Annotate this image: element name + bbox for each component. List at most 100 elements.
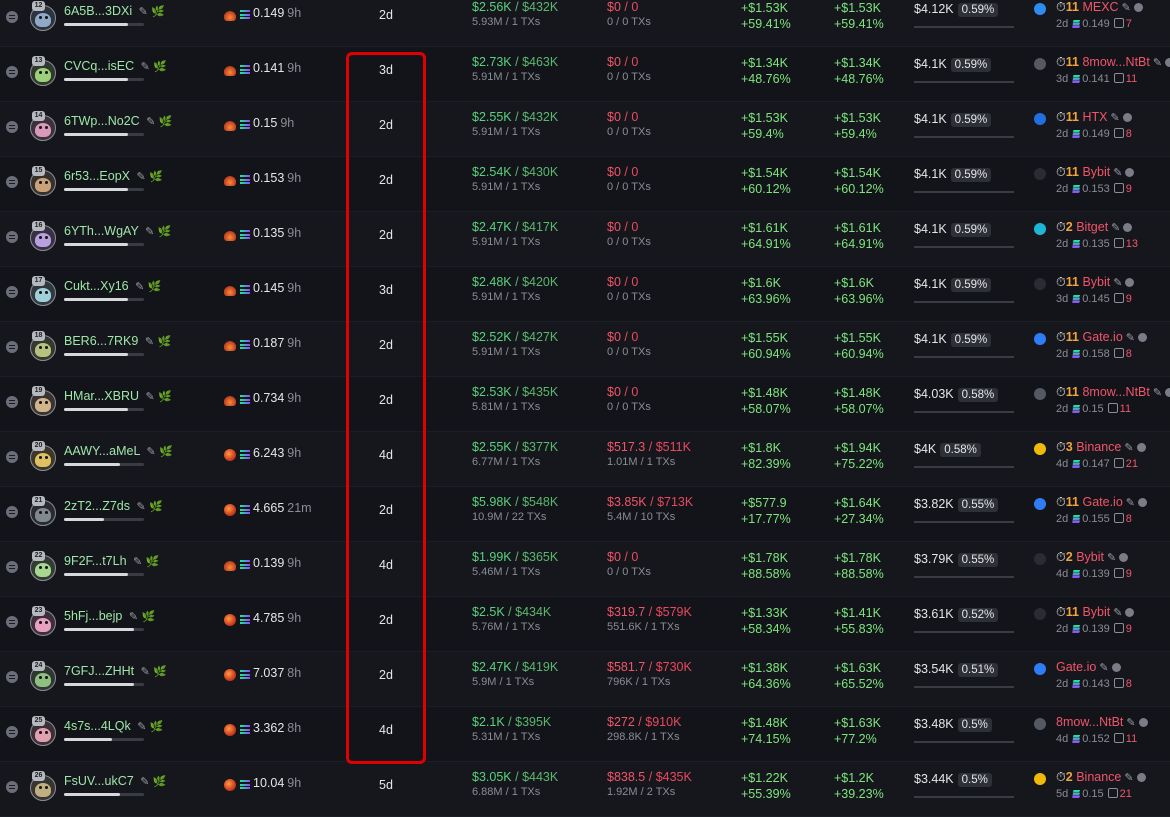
funding-source[interactable]: ⏱2 Bitget ✎ bbox=[1056, 220, 1133, 235]
row-menu-icon[interactable] bbox=[6, 286, 18, 298]
wallet-address[interactable]: BER6...7RK9 bbox=[64, 334, 138, 348]
edit-pencil-icon[interactable]: ✎ bbox=[1122, 2, 1131, 14]
funding-source[interactable]: ⏱2 Bybit ✎ bbox=[1056, 550, 1129, 565]
funding-source[interactable]: ⏱11 8mow...NtBt ✎ bbox=[1056, 385, 1170, 400]
edit-pencil-icon[interactable]: ✎ bbox=[129, 611, 138, 623]
table-row[interactable]: 22 9F2F...t7Lh ✎ 🌿 0.139 9h 4d $1.99K / $… bbox=[0, 542, 1170, 597]
edit-pencil-icon[interactable]: ✎ bbox=[1126, 497, 1135, 509]
table-row[interactable]: 18 BER6...7RK9 ✎ 🌿 0.187 9h 2d $2.52K / $… bbox=[0, 322, 1170, 377]
wallet-address[interactable]: HMar...XBRU bbox=[64, 389, 139, 403]
wallet-address[interactable]: 9F2F...t7Lh bbox=[64, 554, 127, 568]
wallet-address[interactable]: 6YTh...WgAY bbox=[64, 224, 139, 238]
settings-icon[interactable] bbox=[1138, 498, 1147, 507]
edit-pencil-icon[interactable]: ✎ bbox=[145, 336, 154, 348]
table-row[interactable]: 19 HMar...XBRU ✎ 🌿 0.734 9h 2d $2.53K / $… bbox=[0, 377, 1170, 432]
table-row[interactable]: 21 2zT2...Z7ds ✎ 🌿 4.665 21m 2d $5.98K / … bbox=[0, 487, 1170, 542]
table-row[interactable]: 16 6YTh...WgAY ✎ 🌿 0.135 9h 2d $2.47K / $… bbox=[0, 212, 1170, 267]
settings-icon[interactable] bbox=[1119, 553, 1129, 562]
settings-icon[interactable] bbox=[1138, 718, 1148, 727]
row-menu-icon[interactable] bbox=[6, 176, 18, 188]
table-row[interactable]: 23 5hFj...bejp ✎ 🌿 4.785 9h 2d $2.5K / $4… bbox=[0, 597, 1170, 652]
edit-pencil-icon[interactable]: ✎ bbox=[1153, 387, 1162, 399]
table-row[interactable]: 14 6TWp...No2C ✎ 🌿 0.15 9h 2d $2.55K / $4… bbox=[0, 102, 1170, 157]
edit-pencil-icon[interactable]: ✎ bbox=[146, 391, 155, 403]
table-row[interactable]: 24 7GFJ...ZHHt ✎ 🌿 7.037 8h 2d $2.47K / $… bbox=[0, 652, 1170, 707]
wallet-address-link[interactable]: 6TWp...No2C ✎ 🌿 bbox=[64, 114, 173, 128]
wallet-address-link[interactable]: AAWY...aMeL ✎ 🌿 bbox=[64, 444, 173, 458]
edit-pencil-icon[interactable]: ✎ bbox=[1126, 332, 1135, 344]
edit-pencil-icon[interactable]: ✎ bbox=[141, 61, 150, 73]
wallet-address-link[interactable]: 4s7s...4LQk ✎ 🌿 bbox=[64, 719, 164, 733]
funding-source[interactable]: Gate.io ✎ bbox=[1056, 660, 1121, 674]
funding-source[interactable]: ⏱11 HTX ✎ bbox=[1056, 110, 1132, 125]
wallet-address[interactable]: 2zT2...Z7ds bbox=[64, 499, 130, 513]
wallet-address-link[interactable]: Cukt...Xy16 ✎ 🌿 bbox=[64, 279, 162, 293]
edit-pencil-icon[interactable]: ✎ bbox=[1113, 277, 1122, 289]
wallet-address-link[interactable]: FsUV...ukC7 ✎ 🌿 bbox=[64, 774, 167, 788]
edit-pencil-icon[interactable]: ✎ bbox=[1124, 772, 1133, 784]
edit-pencil-icon[interactable]: ✎ bbox=[1113, 607, 1122, 619]
settings-icon[interactable] bbox=[1125, 168, 1135, 177]
row-menu-icon[interactable] bbox=[6, 11, 18, 23]
settings-icon[interactable] bbox=[1136, 773, 1146, 782]
edit-pencil-icon[interactable]: ✎ bbox=[1111, 222, 1120, 234]
wallet-address-link[interactable]: HMar...XBRU ✎ 🌿 bbox=[64, 389, 172, 403]
edit-pencil-icon[interactable]: ✎ bbox=[146, 446, 155, 458]
table-row[interactable]: 12 6A5B...3DXi ✎ 🌿 0.149 9h 2d $2.56K / $… bbox=[0, 0, 1170, 47]
edit-pencil-icon[interactable]: ✎ bbox=[1124, 442, 1133, 454]
settings-icon[interactable] bbox=[1123, 223, 1133, 232]
edit-pencil-icon[interactable]: ✎ bbox=[141, 666, 150, 678]
edit-pencil-icon[interactable]: ✎ bbox=[137, 171, 146, 183]
table-row[interactable]: 20 AAWY...aMeL ✎ 🌿 6.243 9h 4d $2.55K / $… bbox=[0, 432, 1170, 487]
edit-pencil-icon[interactable]: ✎ bbox=[1099, 662, 1108, 674]
funding-source[interactable]: ⏱11 MEXC ✎ bbox=[1056, 0, 1143, 15]
row-menu-icon[interactable] bbox=[6, 506, 18, 518]
row-menu-icon[interactable] bbox=[6, 121, 18, 133]
wallet-address-link[interactable]: 7GFJ...ZHHt ✎ 🌿 bbox=[64, 664, 167, 678]
wallet-address-link[interactable]: BER6...7RK9 ✎ 🌿 bbox=[64, 334, 171, 348]
row-menu-icon[interactable] bbox=[6, 396, 18, 408]
funding-source[interactable]: ⏱11 Bybit ✎ bbox=[1056, 605, 1135, 620]
edit-pencil-icon[interactable]: ✎ bbox=[1153, 57, 1162, 69]
wallet-address[interactable]: Cukt...Xy16 bbox=[64, 279, 129, 293]
row-menu-icon[interactable] bbox=[6, 231, 18, 243]
wallet-address-link[interactable]: 6YTh...WgAY ✎ 🌿 bbox=[64, 224, 171, 238]
wallet-address[interactable]: FsUV...ukC7 bbox=[64, 774, 134, 788]
row-menu-icon[interactable] bbox=[6, 561, 18, 573]
row-menu-icon[interactable] bbox=[6, 616, 18, 628]
settings-icon[interactable] bbox=[1122, 113, 1132, 122]
settings-icon[interactable] bbox=[1136, 443, 1146, 452]
edit-pencil-icon[interactable]: ✎ bbox=[146, 116, 155, 128]
row-menu-icon[interactable] bbox=[6, 726, 18, 738]
edit-pencil-icon[interactable]: ✎ bbox=[137, 721, 146, 733]
wallet-address-link[interactable]: 9F2F...t7Lh ✎ 🌿 bbox=[64, 554, 159, 568]
funding-source[interactable]: ⏱11 Gate.io ✎ bbox=[1056, 330, 1147, 345]
row-menu-icon[interactable] bbox=[6, 451, 18, 463]
wallet-address[interactable]: 6A5B...3DXi bbox=[64, 4, 132, 18]
edit-pencil-icon[interactable]: ✎ bbox=[139, 6, 148, 18]
table-row[interactable]: 26 FsUV...ukC7 ✎ 🌿 10.04 9h 5d $3.05K / $… bbox=[0, 762, 1170, 817]
wallet-address-link[interactable]: CVCq...isEC ✎ 🌿 bbox=[64, 59, 167, 73]
table-row[interactable]: 15 6r53...EopX ✎ 🌿 0.153 9h 2d $2.54K / $… bbox=[0, 157, 1170, 212]
edit-pencil-icon[interactable]: ✎ bbox=[145, 226, 154, 238]
funding-source[interactable]: 8mow...NtBt ✎ bbox=[1056, 715, 1148, 729]
funding-source[interactable]: ⏱3 Binance ✎ bbox=[1056, 440, 1146, 455]
edit-pencil-icon[interactable]: ✎ bbox=[1126, 717, 1135, 729]
funding-source[interactable]: ⏱2 Binance ✎ bbox=[1056, 770, 1146, 785]
wallet-address-link[interactable]: 6A5B...3DXi ✎ 🌿 bbox=[64, 4, 165, 18]
wallet-address[interactable]: 4s7s...4LQk bbox=[64, 719, 131, 733]
settings-icon[interactable] bbox=[1111, 663, 1121, 672]
funding-source[interactable]: ⏱11 Bybit ✎ bbox=[1056, 165, 1135, 180]
edit-pencil-icon[interactable]: ✎ bbox=[1110, 112, 1119, 124]
funding-source[interactable]: ⏱11 Bybit ✎ bbox=[1056, 275, 1135, 290]
edit-pencil-icon[interactable]: ✎ bbox=[133, 556, 142, 568]
row-menu-icon[interactable] bbox=[6, 671, 18, 683]
table-row[interactable]: 13 CVCq...isEC ✎ 🌿 0.141 9h 3d $2.73K / $… bbox=[0, 47, 1170, 102]
settings-icon[interactable] bbox=[1165, 388, 1170, 397]
wallet-address-link[interactable]: 6r53...EopX ✎ 🌿 bbox=[64, 169, 163, 183]
row-menu-icon[interactable] bbox=[6, 781, 18, 793]
wallet-address[interactable]: 5hFj...bejp bbox=[64, 609, 122, 623]
funding-source[interactable]: ⏱11 8mow...NtBt ✎ bbox=[1056, 55, 1170, 70]
wallet-address[interactable]: CVCq...isEC bbox=[64, 59, 134, 73]
settings-icon[interactable] bbox=[1138, 333, 1147, 342]
